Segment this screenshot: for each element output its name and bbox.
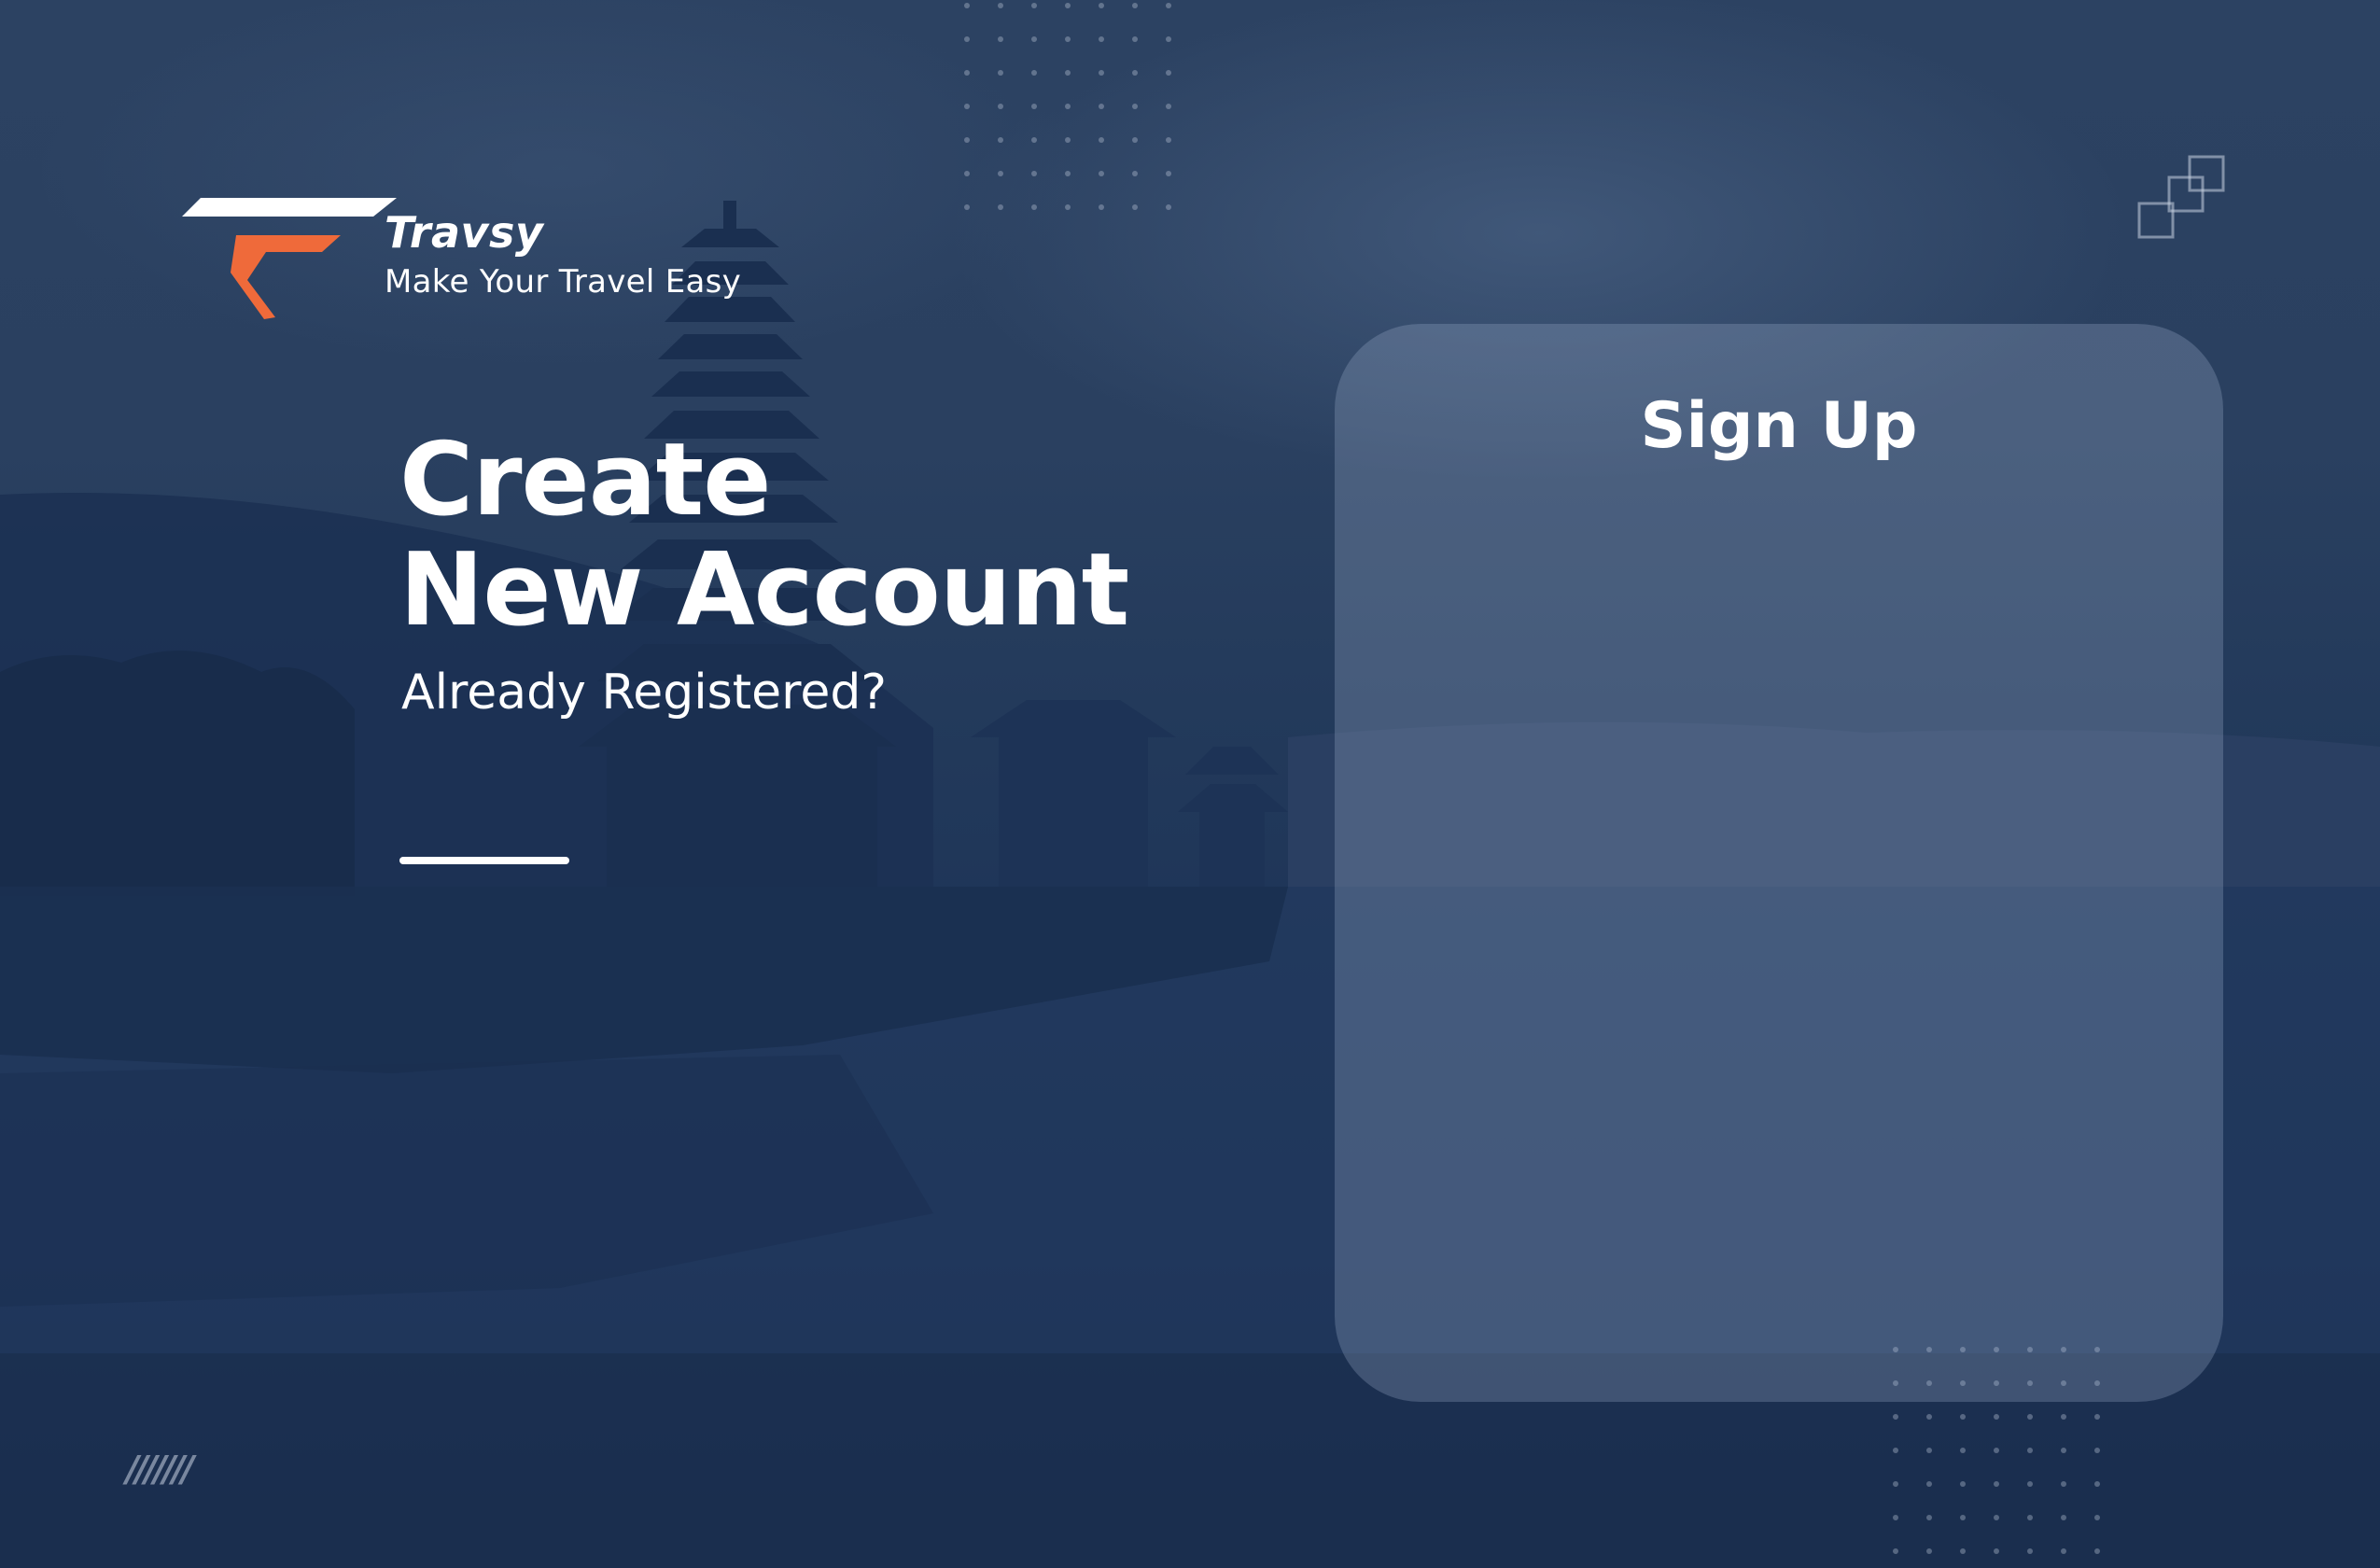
divider-bar — [399, 857, 569, 864]
headline-line-2: New Account — [399, 532, 1129, 649]
dot-grid-top — [964, 3, 1171, 210]
page-headline: Create New Account — [399, 422, 1129, 649]
signup-title: Sign Up — [1640, 389, 1918, 463]
already-registered-link[interactable]: Already Registered? — [401, 665, 887, 721]
headline-line-1: Create — [399, 422, 772, 539]
brand-tagline: Make Your Travel Easy — [385, 263, 742, 301]
signup-card: Sign Up — [1335, 324, 2223, 1402]
travsy-logo-icon — [182, 198, 397, 319]
stacked-squares-icon — [2137, 155, 2225, 239]
brand-name: Travsy — [385, 207, 544, 258]
slash-decoration: /////// — [126, 1449, 194, 1490]
